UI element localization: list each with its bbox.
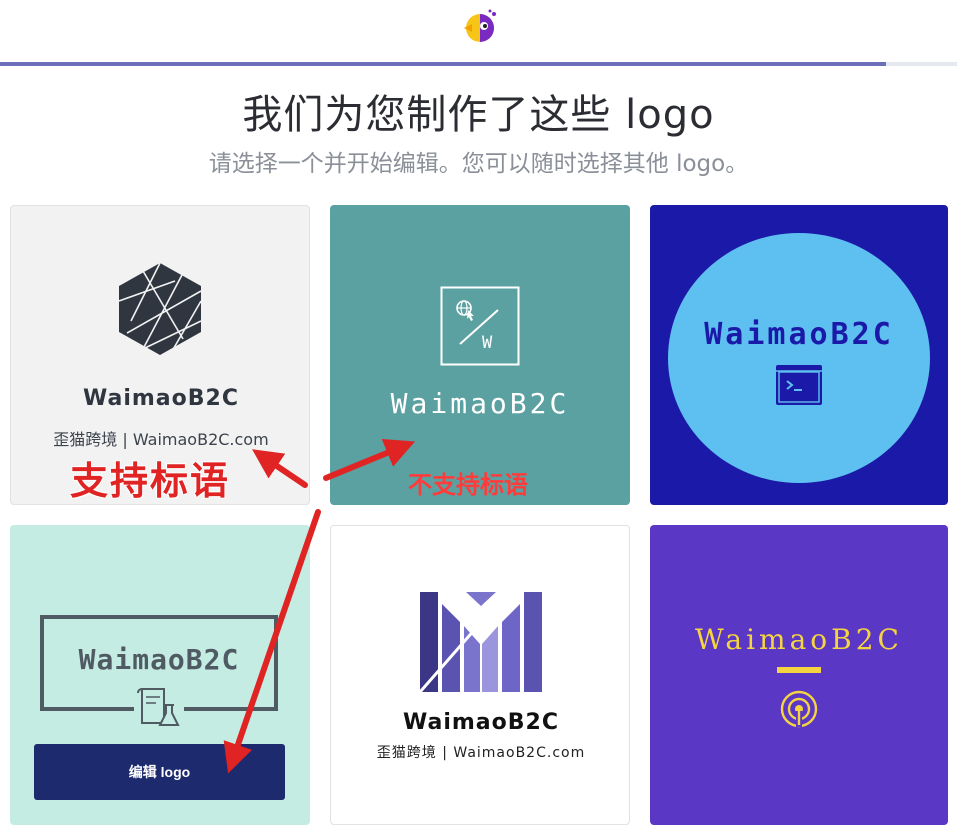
page-title: 我们为您制作了这些 logo xyxy=(242,92,715,138)
geometric-hexagon-icon xyxy=(118,262,202,355)
card-5-tagline: 歪猫跨境 | WaimaoB2C.com xyxy=(376,745,586,761)
stripes-m-icon xyxy=(420,592,542,692)
broadcast-signal-icon xyxy=(780,690,818,728)
card-2-icon-letter: W xyxy=(482,333,493,353)
card-1-tagline: 歪猫跨境 | WaimaoB2C.com xyxy=(53,430,269,449)
card-6-logo-name: WaimaoB2C xyxy=(695,623,903,656)
progress-fill xyxy=(0,62,887,66)
top-bar xyxy=(0,0,957,64)
globe-cursor-frame-icon xyxy=(440,286,520,366)
logo-card-5[interactable]: WaimaoB2C 歪猫跨境 | WaimaoB2C.com xyxy=(330,525,630,825)
annotation-no-slogan: 不支持标语 xyxy=(408,471,528,499)
progress-bar xyxy=(0,62,957,66)
lab-document-icon xyxy=(134,685,184,731)
card-1-logo-name: WaimaoB2C xyxy=(83,386,239,411)
logo-card-4[interactable]: WaimaoB2C 编辑 logo xyxy=(10,525,310,825)
card-3-logo-name: WaimaoB2C xyxy=(704,317,894,352)
logo-card-3[interactable]: WaimaoB2C xyxy=(650,205,948,505)
logo-card-2[interactable]: W WaimaoB2C xyxy=(330,205,630,505)
card-2-logo-name: WaimaoB2C xyxy=(390,387,570,420)
brand-logo-icon[interactable] xyxy=(460,8,498,44)
logo-card-6[interactable]: WaimaoB2C xyxy=(650,525,948,825)
annotation-supports-slogan: 支持标语 xyxy=(70,459,231,503)
terminal-window-icon xyxy=(776,365,822,405)
card-6-accent-bar xyxy=(777,667,821,673)
card-5-logo-name: WaimaoB2C xyxy=(403,710,559,735)
card-4-logo-name: WaimaoB2C xyxy=(78,643,240,676)
card-3-circle xyxy=(668,233,930,483)
edit-logo-button[interactable]: 编辑 logo xyxy=(34,744,285,800)
page-subtitle: 请选择一个并开始编辑。您可以随时选择其他 logo。 xyxy=(208,151,749,177)
